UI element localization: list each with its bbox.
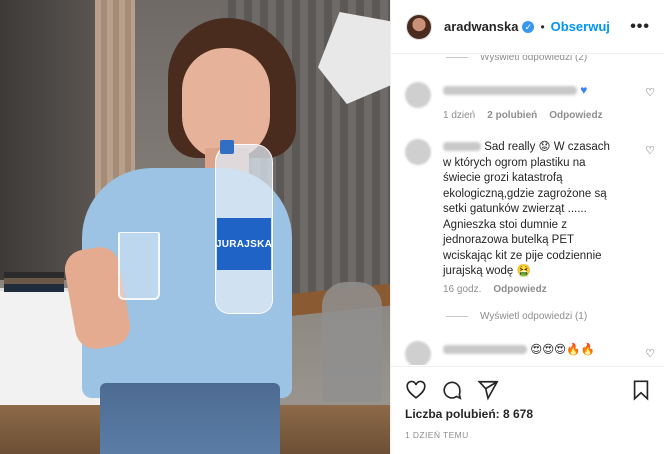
post-timestamp: 1 DZIEŃ TEMU (405, 430, 469, 440)
avatar[interactable] (406, 13, 432, 40)
heart-icon[interactable] (405, 379, 427, 401)
like-comment-icon[interactable]: ♡ (644, 348, 656, 360)
comment-icon[interactable] (441, 379, 463, 401)
view-replies-link[interactable]: Wyświetl odpowiedzi (2) (446, 55, 587, 63)
post-photo[interactable]: JURAJSKA (0, 0, 390, 454)
water-glass (118, 232, 160, 300)
comment-text: 😍😍😍🔥🔥 (443, 343, 595, 359)
bottle-label: JURAJSKA (216, 218, 272, 270)
post-panel: aradwanska ✓ • Obserwuj ••• Wyświetl odp… (390, 0, 664, 454)
comments-list: Wyświetl odpowiedzi (2) ♥ ♡ 1 dzień 2 po… (391, 55, 664, 365)
verified-icon: ✓ (522, 20, 535, 33)
comment-text: Sad really 😟 W czasach w których ogrom p… (443, 141, 610, 277)
post-actions: Liczba polubień: 8 678 1 DZIEŃ TEMU (391, 366, 664, 454)
blurred-username (443, 142, 481, 152)
instagram-post: JURAJSKA aradwanska ✓ • Obserwuj ••• Wyś… (0, 0, 664, 454)
commenter-avatar[interactable] (405, 341, 431, 365)
reply-button[interactable]: Odpowiedz (549, 110, 602, 121)
blue-heart-icon: ♥ (580, 83, 588, 97)
likes-count[interactable]: Liczba polubień: 8 678 (405, 407, 533, 421)
post-header: aradwanska ✓ • Obserwuj ••• (391, 0, 664, 54)
comment-likes[interactable]: 2 polubień (487, 110, 537, 121)
like-comment-icon[interactable]: ♡ (644, 145, 656, 157)
follow-button[interactable]: Obserwuj (551, 19, 610, 34)
separator: • (540, 19, 545, 34)
share-icon[interactable] (477, 379, 499, 401)
more-options-icon[interactable]: ••• (630, 18, 650, 36)
blurred-username (443, 345, 527, 355)
blurred-username (443, 86, 577, 96)
comment-meta: 16 godz. Odpowiedz (443, 284, 547, 295)
username[interactable]: aradwanska (444, 19, 518, 34)
commenter-avatar[interactable] (405, 139, 431, 165)
comment-text: ♥ (443, 83, 587, 100)
commenter-avatar[interactable] (405, 82, 431, 108)
bookmark-icon[interactable] (630, 379, 652, 401)
comment-meta: 1 dzień 2 polubień Odpowiedz (443, 110, 603, 121)
like-comment-icon[interactable]: ♡ (644, 87, 656, 99)
view-replies-link[interactable]: Wyświetl odpowiedzi (1) (446, 311, 587, 322)
reply-button[interactable]: Odpowiedz (493, 284, 546, 295)
